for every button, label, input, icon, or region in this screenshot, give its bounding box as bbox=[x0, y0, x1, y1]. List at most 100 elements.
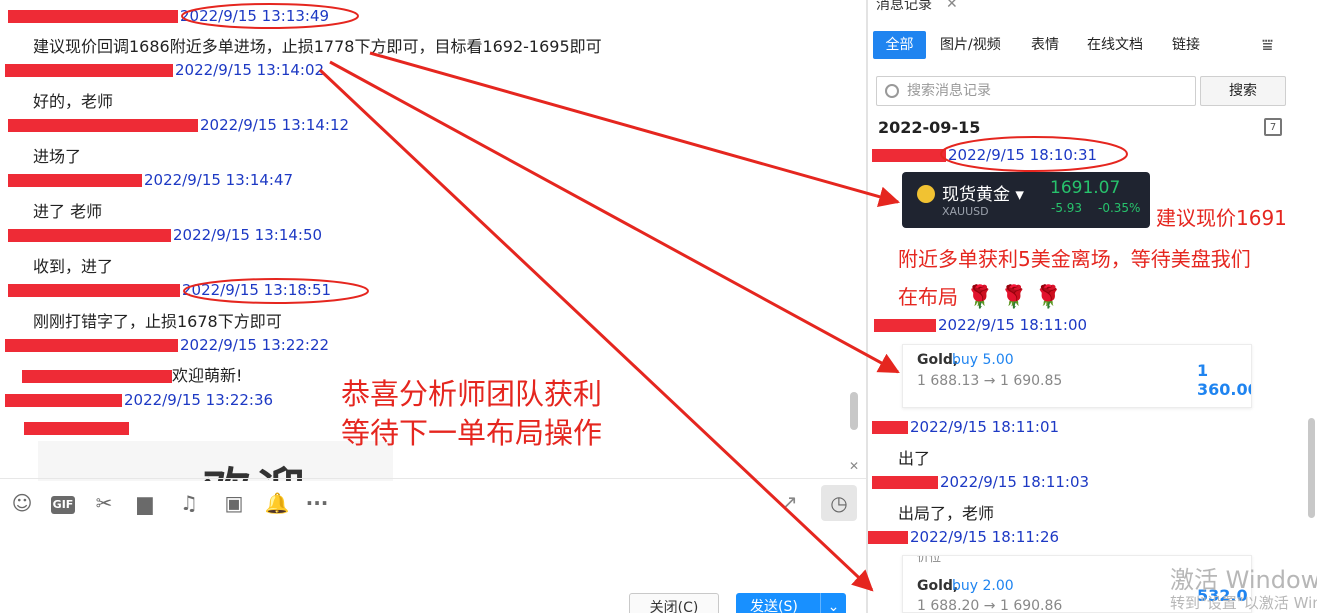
redacted-sender bbox=[872, 476, 938, 489]
caption-line-1: 恭喜分析师团队获利 bbox=[341, 377, 603, 411]
gold-symbol: XAUUSD bbox=[942, 205, 989, 218]
redacted-sender bbox=[8, 284, 180, 297]
filter-images-videos[interactable]: 图片/视频 bbox=[940, 31, 1001, 59]
history-entry-text: 出了 bbox=[898, 449, 931, 468]
welcome-image-text: 欢迎 bbox=[203, 451, 311, 481]
gif-icon[interactable]: GIF bbox=[50, 491, 76, 515]
note-line-3: 在布局 🌹 🌹 🌹 bbox=[898, 285, 1063, 310]
redacted-sender bbox=[868, 531, 908, 544]
history-entry-time: 2022/9/15 18:11:01 bbox=[910, 418, 1060, 436]
emoji-icon[interactable]: ☺ bbox=[9, 491, 35, 515]
activation-watermark-hint: 转到"设置"以激活 Windows。 bbox=[1170, 594, 1317, 612]
message-header: 2022/9/15 13:14:47 bbox=[8, 170, 293, 190]
message-header: 2022/9/15 13:22:22 bbox=[5, 335, 329, 355]
message-header: 2022/9/15 13:22:36 bbox=[5, 390, 273, 410]
message-text: 建议现价回调1686附近多单进场，止损1778下方即可，目标看1692-1695… bbox=[33, 37, 602, 56]
history-clock-icon[interactable]: ◷ bbox=[821, 485, 857, 521]
caption-line-2: 等待下一单布局操作 bbox=[341, 416, 603, 450]
image-icon[interactable]: ▣ bbox=[221, 491, 247, 515]
redacted-sender bbox=[5, 339, 178, 352]
history-entry-time: 2022/9/15 18:11:00 bbox=[938, 316, 1088, 334]
redacted-text bbox=[22, 370, 172, 383]
message-text: 进场了 bbox=[33, 147, 82, 166]
bell-icon[interactable]: 🔔 bbox=[264, 491, 290, 515]
scissors-icon[interactable]: ✂ bbox=[91, 491, 117, 515]
trade-price-label: 价位 bbox=[917, 555, 942, 564]
history-entry-header: 2022/9/15 18:11:26 bbox=[868, 527, 1059, 547]
close-button[interactable]: 关闭(C) bbox=[629, 593, 719, 613]
history-entry-text: 出局了，老师 bbox=[898, 504, 995, 523]
message-time: 2022/9/15 13:14:47 bbox=[144, 171, 294, 189]
history-entry-time: 2022/9/15 18:10:31 bbox=[948, 146, 1098, 164]
send-options-chevron-icon[interactable]: ⌄ bbox=[820, 593, 846, 613]
chat-toolbar: ☺ GIF ✂ ▆ ♫ ▣ 🔔 ··· bbox=[0, 478, 866, 526]
gold-price: 1691.07 bbox=[1050, 178, 1121, 198]
redacted-sender bbox=[8, 174, 142, 187]
message-text: 欢迎萌新! bbox=[22, 362, 242, 386]
message-time: 2022/9/15 13:18:51 bbox=[182, 281, 332, 299]
expand-icon[interactable]: ↗ bbox=[781, 490, 798, 514]
more-icon[interactable]: ··· bbox=[304, 491, 330, 515]
message-header: 2022/9/15 13:18:51 bbox=[8, 280, 331, 300]
filter-online-docs[interactable]: 在线文档 bbox=[1087, 31, 1143, 59]
search-icon bbox=[885, 84, 899, 98]
filter-all[interactable]: 全部 bbox=[873, 31, 926, 59]
message-text: 进了 老师 bbox=[33, 202, 103, 221]
trade-prices: 1 688.13 → 1 690.85 bbox=[917, 373, 1063, 389]
history-entry-header: 2022/9/15 18:11:01 bbox=[872, 417, 1059, 437]
chat-scrollbar[interactable] bbox=[850, 392, 858, 430]
message-header: 2022/9/15 13:13:49 bbox=[8, 6, 329, 26]
redacted-sender bbox=[8, 229, 171, 242]
message-history-panel: 消息记录 ✕ 全部 图片/视频 表情 在线文档 链接 ⩸ 搜索消息记录 搜索 2… bbox=[868, 0, 1317, 613]
gold-change-pct: -0.35% bbox=[1098, 201, 1141, 215]
search-button[interactable]: 搜索 bbox=[1200, 76, 1286, 106]
redacted-sender bbox=[872, 421, 908, 434]
folder-icon[interactable]: ▆ bbox=[132, 491, 158, 515]
history-tab-title[interactable]: 消息记录 bbox=[876, 0, 932, 14]
message-text: 收到，进了 bbox=[33, 257, 114, 276]
search-input[interactable]: 搜索消息记录 bbox=[876, 76, 1196, 106]
history-entry-time: 2022/9/15 18:11:03 bbox=[940, 473, 1090, 491]
filter-stickers[interactable]: 表情 bbox=[1031, 31, 1059, 59]
filter-links[interactable]: 链接 bbox=[1172, 31, 1200, 59]
close-icon[interactable]: ✕ bbox=[946, 0, 958, 12]
date-header: 2022-09-15 bbox=[878, 118, 981, 137]
calendar-icon[interactable]: 7 bbox=[1264, 118, 1282, 136]
music-icon[interactable]: ♫ bbox=[176, 491, 202, 515]
redacted-sender bbox=[872, 149, 946, 162]
message-header: 2022/9/15 13:14:50 bbox=[8, 225, 322, 245]
trade-card[interactable]: Gold, buy 5.00 1 688.13 → 1 690.85 1 360… bbox=[902, 344, 1252, 408]
message-header: 2022/9/15 13:14:12 bbox=[8, 115, 349, 135]
history-entry-time: 2022/9/15 18:11:26 bbox=[910, 528, 1060, 546]
message-time: 2022/9/15 13:14:02 bbox=[175, 61, 325, 79]
redacted-sender bbox=[874, 319, 936, 332]
history-scrollbar[interactable] bbox=[1308, 418, 1315, 518]
activation-watermark: 激活 Windows bbox=[1170, 566, 1317, 594]
trade-profit: 1 360.00 bbox=[1197, 361, 1251, 399]
collapse-icon[interactable]: ✕ bbox=[849, 459, 859, 473]
welcome-image[interactable]: 欢迎 bbox=[38, 441, 393, 481]
send-button[interactable]: 发送(S) ⌄ bbox=[736, 593, 846, 613]
message-text: 好的，老师 bbox=[33, 92, 114, 111]
history-entry-header: 2022/9/15 18:11:03 bbox=[872, 472, 1089, 492]
history-entry-header: 2022/9/15 18:11:00 bbox=[874, 315, 1087, 335]
gold-change: -5.93 bbox=[1051, 201, 1083, 215]
trade-side: buy 5.00 bbox=[952, 352, 1014, 368]
message-text: 刚刚打错字了，止损1678下方即可 bbox=[33, 312, 282, 331]
gold-quote-widget[interactable]: 现货黄金 ▾ XAUUSD 1691.07 -5.93 -0.35% bbox=[902, 172, 1150, 228]
gold-name: 现货黄金 ▾ bbox=[942, 185, 1024, 205]
gold-coin-icon bbox=[917, 185, 935, 203]
note-line-1: 建议现价1691 bbox=[1156, 206, 1287, 230]
message-text bbox=[24, 418, 129, 437]
message-time: 2022/9/15 13:14:12 bbox=[200, 116, 350, 134]
redacted-sender bbox=[8, 119, 198, 132]
redacted-text bbox=[24, 422, 129, 435]
message-time: 2022/9/15 13:13:49 bbox=[180, 7, 330, 25]
filter-icon[interactable]: ⩸ bbox=[1262, 35, 1273, 56]
redacted-sender bbox=[5, 64, 173, 77]
trade-prices: 1 688.20 → 1 690.86 bbox=[917, 598, 1063, 613]
rose-icon: 🌹 🌹 🌹 bbox=[966, 285, 1063, 310]
message-header: 2022/9/15 13:14:02 bbox=[5, 60, 324, 80]
message-time: 2022/9/15 13:14:50 bbox=[173, 226, 323, 244]
redacted-sender bbox=[5, 394, 122, 407]
